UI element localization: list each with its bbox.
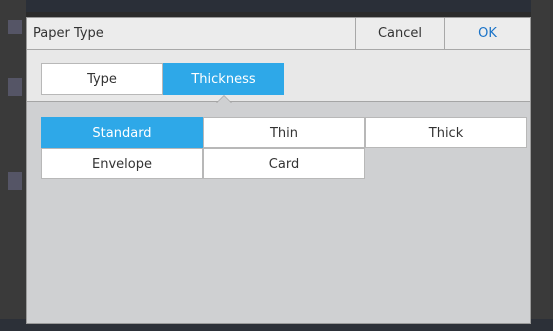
ok-button[interactable]: OK bbox=[444, 18, 530, 49]
dialog-title-bar: Paper Type Cancel OK bbox=[27, 18, 530, 50]
background-icon bbox=[8, 20, 22, 34]
background-app-right bbox=[531, 0, 553, 331]
tab-thickness[interactable]: Thickness bbox=[163, 63, 284, 95]
option-standard[interactable]: Standard bbox=[41, 117, 203, 148]
background-icon bbox=[8, 172, 22, 190]
option-thick[interactable]: Thick bbox=[365, 117, 527, 148]
tab-pointer bbox=[217, 96, 231, 103]
background-app-header bbox=[0, 0, 553, 12]
background-icon bbox=[8, 78, 22, 96]
option-thin[interactable]: Thin bbox=[203, 117, 365, 148]
tab-type[interactable]: Type bbox=[41, 63, 163, 95]
option-card[interactable]: Card bbox=[203, 148, 365, 179]
paper-type-dialog: Paper Type Cancel OK Type Thickness Stan… bbox=[26, 17, 531, 324]
option-envelope[interactable]: Envelope bbox=[41, 148, 203, 179]
background-app-left bbox=[0, 0, 26, 331]
tab-bar: Type Thickness bbox=[27, 50, 530, 102]
dialog-title: Paper Type bbox=[33, 26, 104, 41]
cancel-button[interactable]: Cancel bbox=[355, 18, 444, 49]
